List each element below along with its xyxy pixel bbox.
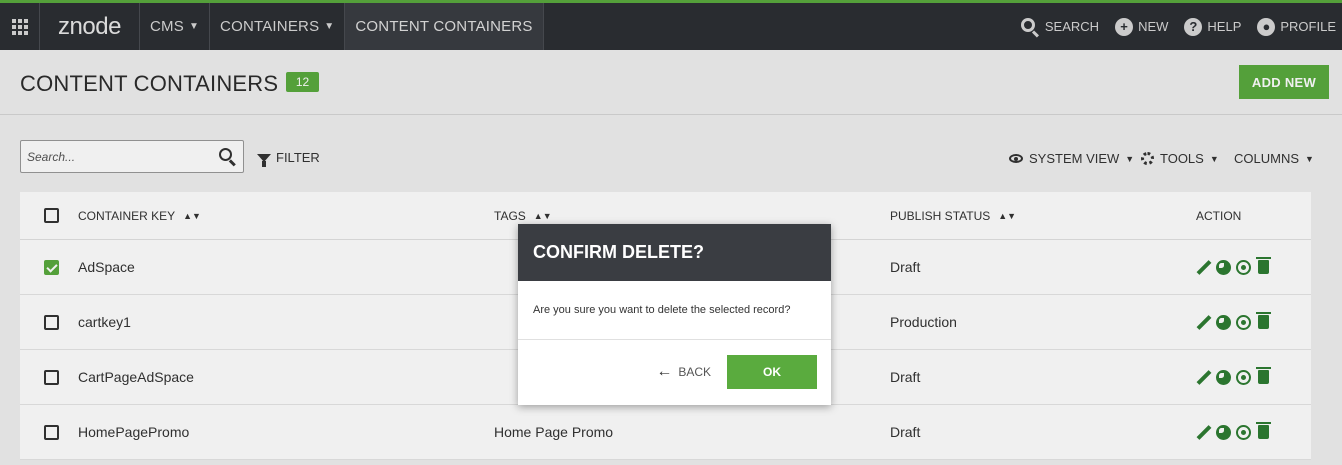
back-label: BACK xyxy=(678,365,711,379)
confirm-delete-dialog: CONFIRM DELETE? Are you sure you want to… xyxy=(518,224,831,405)
arrow-left-icon: ← xyxy=(656,363,673,380)
ok-button[interactable]: OK xyxy=(727,355,817,389)
dialog-footer: ← BACK OK xyxy=(518,340,831,404)
dialog-message: Are you sure you want to delete the sele… xyxy=(518,281,831,340)
back-button[interactable]: ← BACK xyxy=(656,363,711,381)
dialog-title: CONFIRM DELETE? xyxy=(518,224,831,281)
